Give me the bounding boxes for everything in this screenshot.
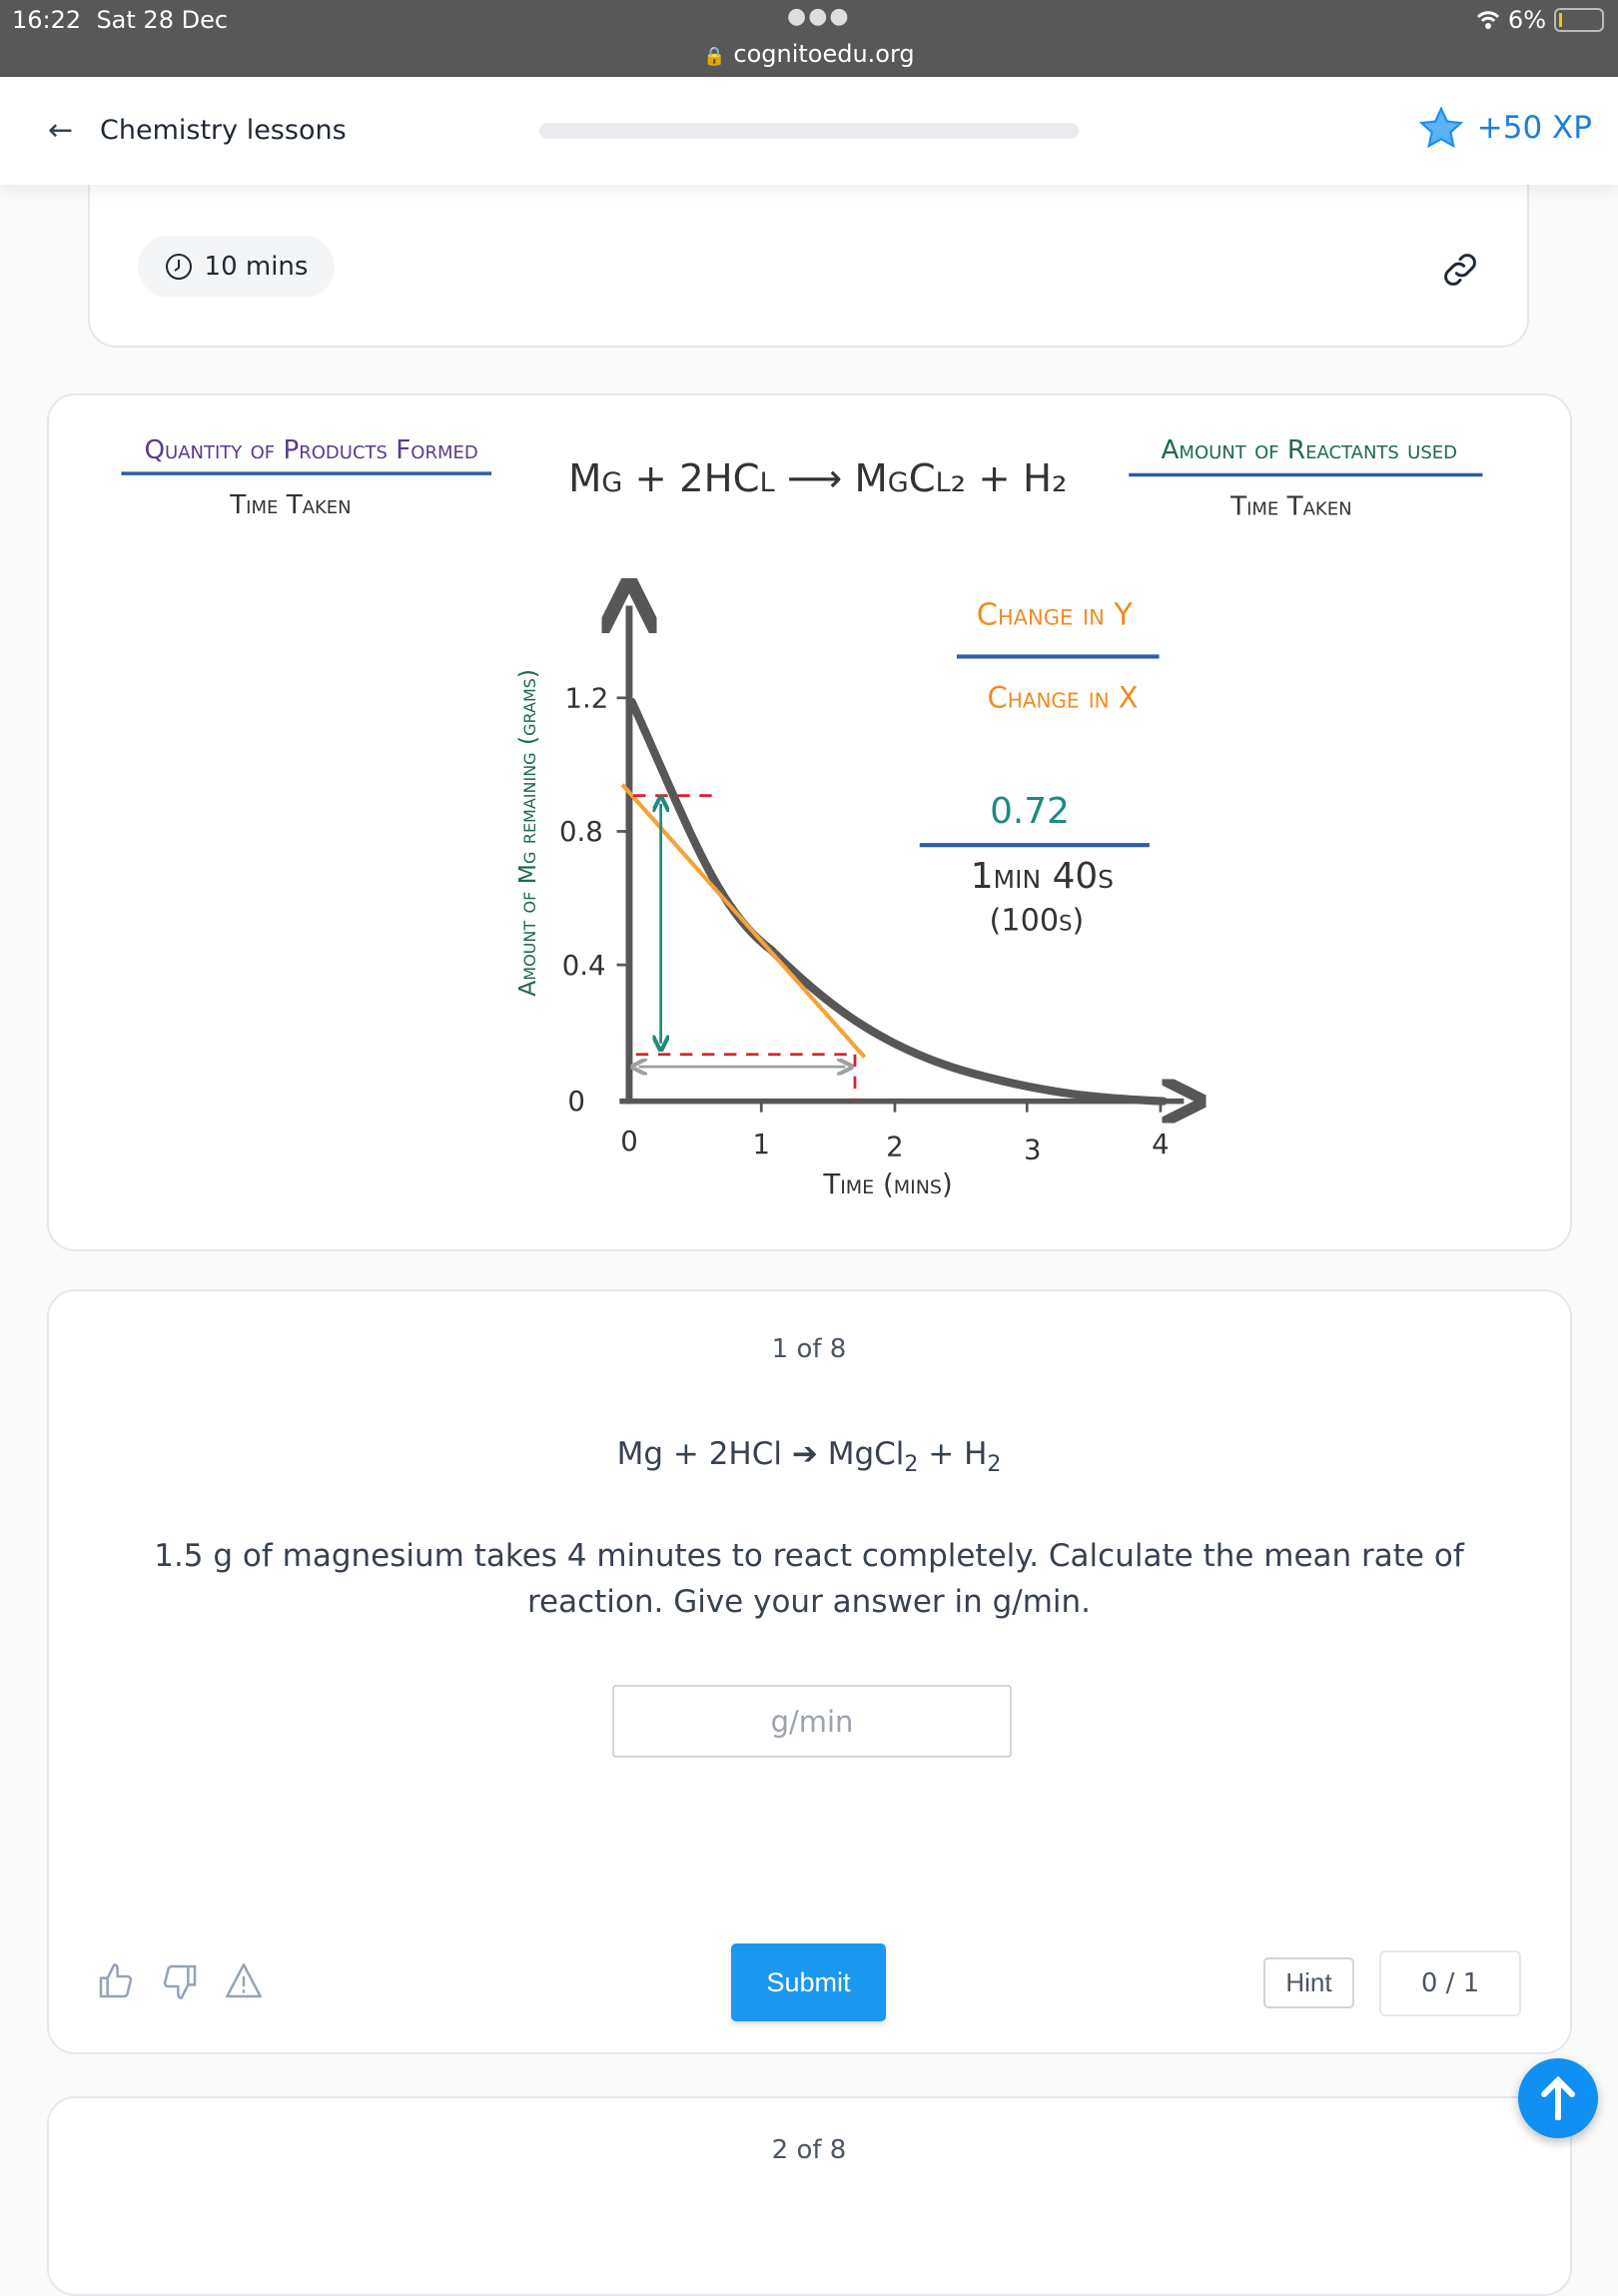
x-axis-label: Time (mins) <box>822 1168 952 1200</box>
thumbs-up-icon[interactable] <box>96 1961 136 2001</box>
more-dots-icon[interactable]: ●●● <box>787 4 851 29</box>
arrow-icon: ➔ <box>791 1436 818 1472</box>
diagram-equation: Mg + 2HCl ⟶ MgCl₂ + H₂ <box>568 456 1067 501</box>
next-question-counter: 2 of 8 <box>771 2135 847 2165</box>
x-tick-label: 3 <box>1024 1134 1042 1165</box>
rate-of-reaction-diagram: Quantity of Products Formed Time Taken M… <box>121 435 1483 1200</box>
question-equation: Mg + 2HCl ➔ MgCl2 + H2 <box>0 1436 1618 1477</box>
left-formula-numerator: Quantity of Products Formed <box>144 435 477 465</box>
thumbs-down-icon[interactable] <box>160 1961 200 2001</box>
dashed-guides <box>633 794 857 1102</box>
lesson-progress-bar <box>539 123 1079 139</box>
y-tick-label: 0.4 <box>562 950 606 982</box>
gradient-denominator: Change in X <box>988 680 1139 714</box>
gradient-value-denominator: 1min 40s <box>971 856 1114 897</box>
wifi-icon <box>1476 11 1499 29</box>
x-tick-label: 0 <box>620 1126 638 1157</box>
x-tick-label: 2 <box>886 1132 904 1163</box>
url-text: cognitoedu.org <box>733 40 915 68</box>
y-tick-label: 0.8 <box>559 816 603 848</box>
y-axis-label: Amount of Mg remaining (grams) <box>513 669 541 997</box>
status-bar: 16:22 Sat 28 Dec ●●● 🔒 cognitoedu.org 6% <box>0 0 1618 77</box>
right-formula-denominator: Time Taken <box>1229 491 1351 521</box>
xp-text: +50 XP <box>1476 110 1592 146</box>
hint-button[interactable]: Hint <box>1263 1957 1354 2008</box>
left-formula-denominator: Time Taken <box>229 490 351 520</box>
y-tick-label: 1.2 <box>564 682 608 714</box>
star-icon <box>1418 107 1463 149</box>
xp-badge: +50 XP <box>1418 107 1592 149</box>
battery-percent: 6% <box>1507 6 1546 34</box>
x-tick-label: 4 <box>1152 1129 1170 1160</box>
next-question-card <box>47 2096 1572 2296</box>
lock-icon: 🔒 <box>703 46 726 67</box>
warning-icon[interactable] <box>224 1961 264 2001</box>
gradient-numerator: Change in Y <box>977 598 1134 633</box>
gradient-value-numerator: 0.72 <box>990 791 1070 832</box>
x-tick-label: 1 <box>752 1129 770 1160</box>
question-text: 1.5 g of magnesium takes 4 minutes to re… <box>154 1538 1464 1620</box>
eq-p1: MgCl <box>817 1436 905 1472</box>
status-time: 16:22 Sat 28 Dec <box>12 6 228 34</box>
reaction-curve <box>627 697 1168 1106</box>
tangent-line <box>620 783 867 1059</box>
back-link[interactable]: Chemistry lessons <box>100 115 347 146</box>
battery-icon <box>1554 8 1604 32</box>
back-arrow-icon[interactable]: ← <box>48 113 73 148</box>
clock: 16:22 <box>12 6 82 34</box>
gradient-value-seconds: (100s) <box>989 904 1084 939</box>
submit-button[interactable]: Submit <box>731 1943 886 2021</box>
link-icon[interactable] <box>1438 248 1482 292</box>
duration-badge: 10 mins <box>138 236 335 298</box>
battery-status: 6% <box>1476 6 1604 34</box>
right-formula-numerator: Amount of Reactants used <box>1162 435 1457 465</box>
y-tick-label: 0 <box>567 1086 585 1118</box>
date: Sat 28 Dec <box>96 6 229 34</box>
duration-text: 10 mins <box>204 252 309 282</box>
question-counter: 1 of 8 <box>771 1334 847 1364</box>
scroll-to-top-button[interactable] <box>1518 2058 1598 2138</box>
question-card <box>47 1289 1572 2054</box>
eq-sub: 2 <box>987 1452 1002 1478</box>
eq-sub: 2 <box>904 1452 919 1478</box>
url-bar[interactable]: 🔒 cognitoedu.org <box>0 40 1618 68</box>
clock-icon <box>165 254 192 280</box>
score-badge: 0 / 1 <box>1379 1950 1521 2016</box>
eq-p2: + H <box>918 1436 988 1472</box>
eq-left: Mg + 2HCl <box>616 1436 792 1472</box>
arrow-up-icon <box>1541 2076 1575 2120</box>
lesson-header: ← Chemistry lessons +50 XP <box>0 77 1618 185</box>
answer-input[interactable] <box>612 1685 1012 1758</box>
